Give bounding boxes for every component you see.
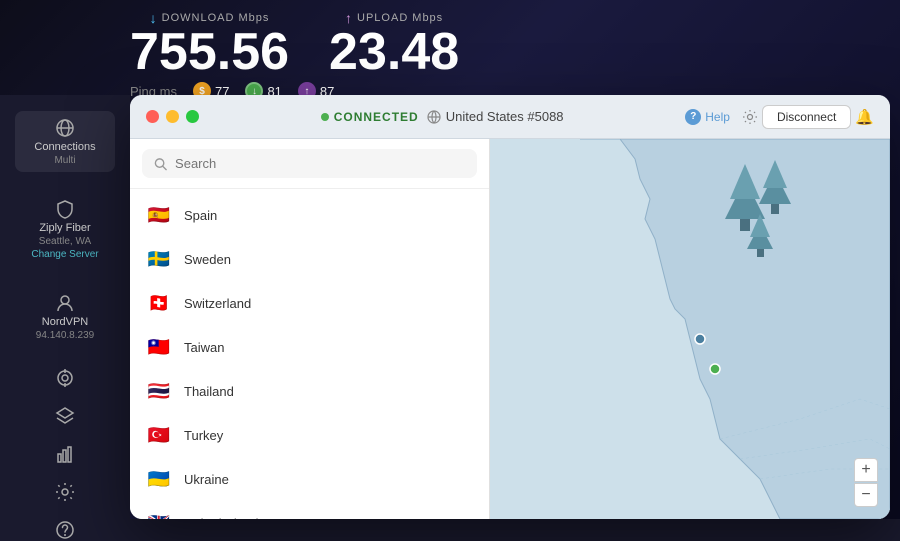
close-button[interactable] — [146, 110, 159, 123]
flag-icon: 🇪🇸 — [146, 202, 172, 228]
connected-badge: CONNECTED — [321, 110, 419, 124]
question-icon[interactable] — [54, 519, 76, 541]
connected-dot — [321, 113, 329, 121]
flag-icon: 🇺🇦 — [146, 466, 172, 492]
server-item[interactable]: 🇪🇸 Spain — [130, 193, 489, 237]
server-name-label: Ukraine — [184, 472, 229, 487]
connections-label: Connections — [34, 141, 95, 153]
sidebar-item-nordvpn[interactable]: NordVPN 94.140.8.239 — [15, 286, 115, 347]
traffic-lights — [146, 110, 199, 123]
map-point-north — [695, 334, 705, 344]
map-area: + − — [490, 139, 890, 519]
target-icon[interactable] — [54, 367, 76, 389]
settings-icon[interactable] — [742, 109, 758, 125]
server-item[interactable]: 🇹🇷 Turkey — [130, 413, 489, 457]
server-list: 🇪🇸 Spain 🇸🇪 Sweden 🇨🇭 Switzerland 🇹🇼 Tai… — [130, 189, 489, 519]
nordvpn-label: NordVPN — [42, 316, 88, 328]
search-input[interactable] — [175, 156, 465, 171]
search-box — [130, 139, 489, 189]
zoom-in-button[interactable]: + — [854, 458, 878, 482]
layers-icon[interactable] — [54, 405, 76, 427]
server-item[interactable]: 🇨🇭 Switzerland — [130, 281, 489, 325]
server-name-label: Turkey — [184, 428, 223, 443]
connections-icon — [54, 117, 76, 139]
chart-icon[interactable] — [54, 443, 76, 465]
zoom-out-button[interactable]: − — [854, 483, 878, 507]
user-icon — [54, 292, 76, 314]
server-name-label: United Kingdom — [184, 516, 277, 520]
server-name-label: Thailand — [184, 384, 234, 399]
flag-icon: 🇹🇭 — [146, 378, 172, 404]
globe-icon — [427, 110, 441, 124]
server-item[interactable]: 🇬🇧 United Kingdom — [130, 501, 489, 519]
vpn-window: CONNECTED United States #5088 ? Help — [130, 95, 890, 519]
connections-sublabel: Multi — [54, 155, 75, 166]
change-server-link[interactable]: Change Server — [31, 249, 98, 260]
map-point-active — [710, 364, 720, 374]
ziply-label: Ziply Fiber — [39, 222, 90, 234]
search-icon — [154, 157, 167, 171]
nordvpn-sublabel: 94.140.8.239 — [36, 330, 94, 341]
content-area: 🇪🇸 Spain 🇸🇪 Sweden 🇨🇭 Switzerland 🇹🇼 Tai… — [130, 139, 890, 519]
help-button[interactable]: ? Help — [685, 109, 730, 125]
map-controls: + − — [854, 458, 878, 507]
server-item[interactable]: 🇹🇭 Thailand — [130, 369, 489, 413]
map-svg — [490, 139, 890, 519]
title-bar: CONNECTED United States #5088 ? Help — [130, 95, 890, 139]
flag-icon: 🇨🇭 — [146, 290, 172, 316]
flag-icon: 🇹🇼 — [146, 334, 172, 360]
search-input-wrap — [142, 149, 477, 178]
server-item[interactable]: 🇹🇼 Taiwan — [130, 325, 489, 369]
disconnect-button[interactable]: Disconnect — [762, 105, 851, 129]
flag-icon: 🇸🇪 — [146, 246, 172, 272]
server-name: United States #5088 — [427, 109, 564, 124]
download-value: 755.56 — [130, 26, 289, 78]
sidebar-item-ziply[interactable]: Ziply Fiber Seattle, WA Change Server — [15, 192, 115, 266]
sidebar-item-connections[interactable]: Connections Multi — [15, 111, 115, 172]
flag-icon: 🇬🇧 — [146, 510, 172, 519]
server-name-label: Switzerland — [184, 296, 251, 311]
app-sidebar: Connections Multi Ziply Fiber Seattle, W… — [0, 95, 130, 519]
server-name-label: Spain — [184, 208, 217, 223]
server-name-label: Taiwan — [184, 340, 224, 355]
server-item[interactable]: 🇸🇪 Sweden — [130, 237, 489, 281]
server-item[interactable]: 🇺🇦 Ukraine — [130, 457, 489, 501]
minimize-button[interactable] — [166, 110, 179, 123]
flag-icon: 🇹🇷 — [146, 422, 172, 448]
shield-icon — [54, 198, 76, 220]
speed-panel: ↓ DOWNLOAD Mbps 755.56 ↑ UPLOAD Mbps 23.… — [130, 10, 459, 100]
ziply-sublabel: Seattle, WA — [39, 236, 91, 247]
notification-icon[interactable]: 🔔 — [855, 108, 874, 126]
gear-icon[interactable] — [54, 481, 76, 503]
server-name-label: Sweden — [184, 252, 231, 267]
server-panel: 🇪🇸 Spain 🇸🇪 Sweden 🇨🇭 Switzerland 🇹🇼 Tai… — [130, 139, 490, 519]
maximize-button[interactable] — [186, 110, 199, 123]
upload-value: 23.48 — [329, 26, 459, 78]
